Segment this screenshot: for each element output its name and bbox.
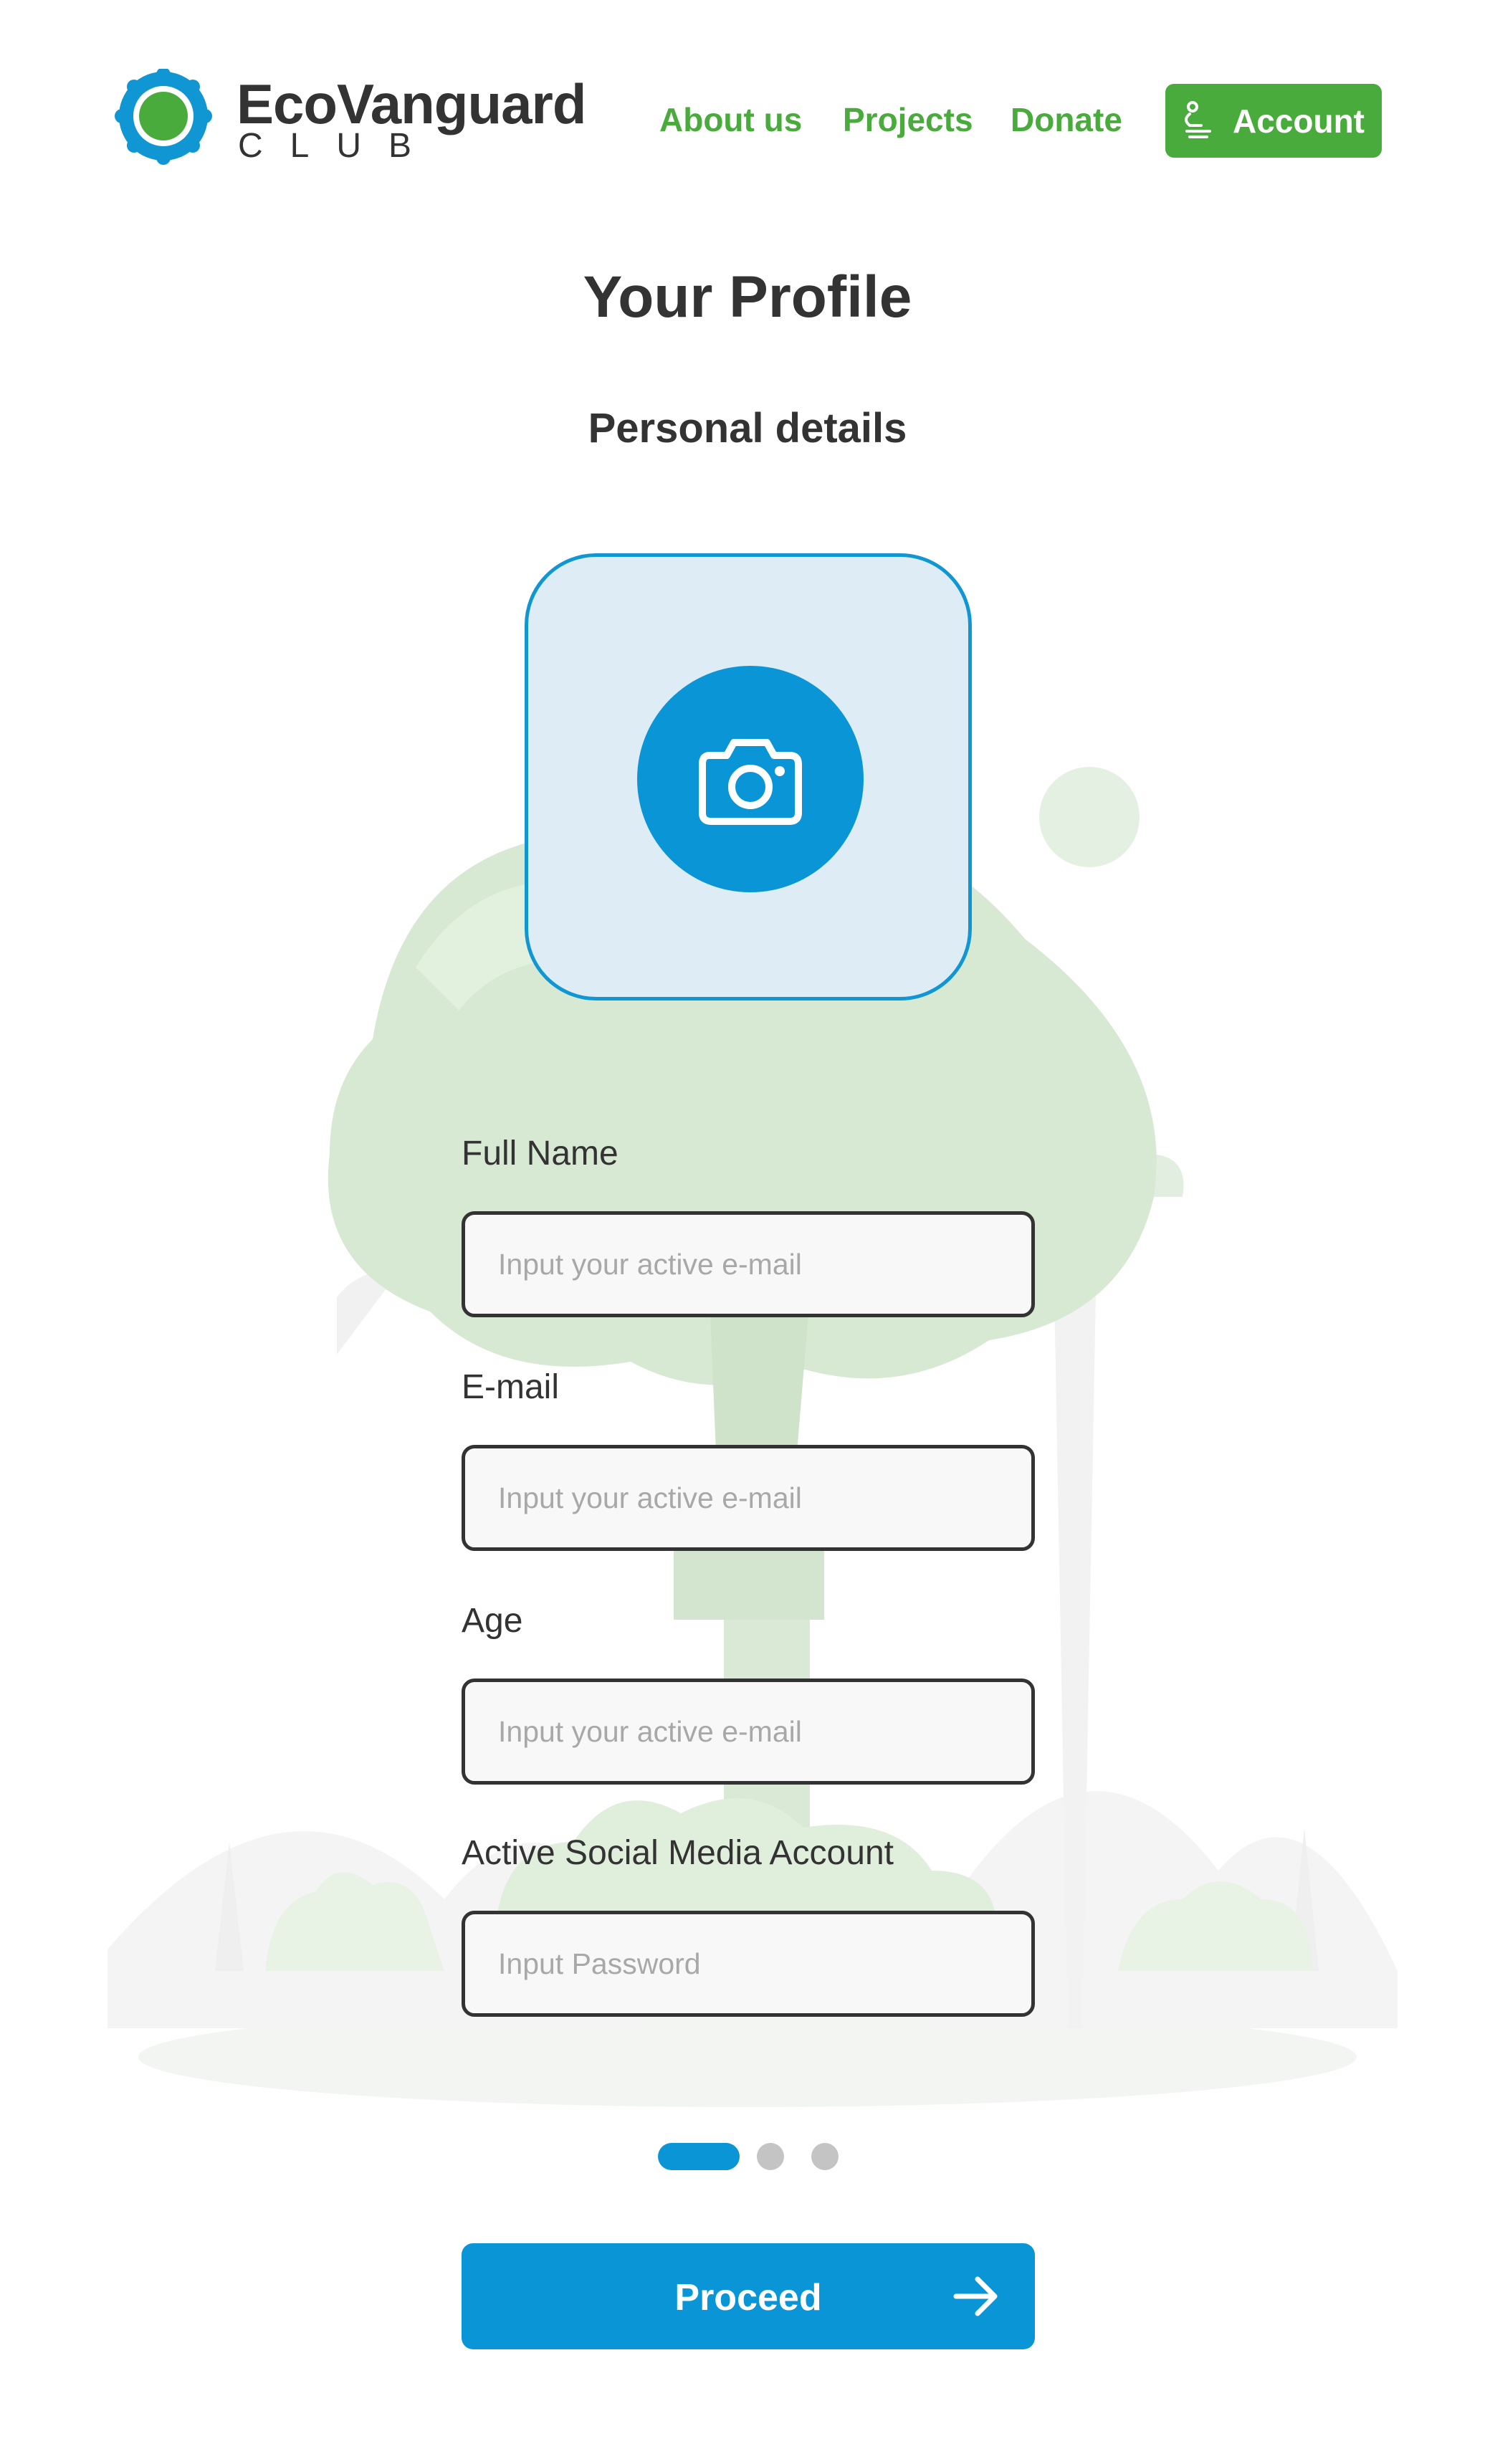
full-name-label: Full Name xyxy=(462,1135,618,1173)
nav-donate[interactable]: Donate xyxy=(1011,100,1122,139)
brand-logo[interactable]: EcoVanguard CLUB xyxy=(115,69,586,176)
brand-subtitle: CLUB xyxy=(238,127,439,165)
account-label: Account xyxy=(1233,102,1365,140)
social-media-input[interactable] xyxy=(462,1911,1035,2017)
user-icon xyxy=(1185,100,1211,138)
nav-about-us[interactable]: About us xyxy=(659,100,802,139)
step-indicator-2 xyxy=(757,2143,784,2170)
email-input[interactable] xyxy=(462,1445,1035,1551)
proceed-label: Proceed xyxy=(674,2277,822,2319)
arrow-right-icon xyxy=(953,2276,998,2316)
age-input[interactable] xyxy=(462,1679,1035,1785)
page-title: Your Profile xyxy=(583,264,912,330)
camera-button[interactable] xyxy=(637,666,864,892)
social-media-label: Active Social Media Account xyxy=(462,1834,894,1872)
email-label: E-mail xyxy=(462,1368,560,1406)
account-button[interactable]: Account xyxy=(1165,84,1382,158)
nav-projects[interactable]: Projects xyxy=(843,100,973,139)
step-indicator-3 xyxy=(811,2143,839,2170)
proceed-button[interactable]: Proceed xyxy=(462,2243,1035,2349)
step-indicator-active xyxy=(658,2143,740,2170)
full-name-input[interactable] xyxy=(462,1211,1035,1317)
section-title: Personal details xyxy=(588,405,907,452)
age-label: Age xyxy=(462,1602,523,1640)
profile-photo-upload[interactable] xyxy=(525,553,972,1001)
gear-logo-icon xyxy=(115,69,212,165)
camera-icon xyxy=(699,739,802,825)
